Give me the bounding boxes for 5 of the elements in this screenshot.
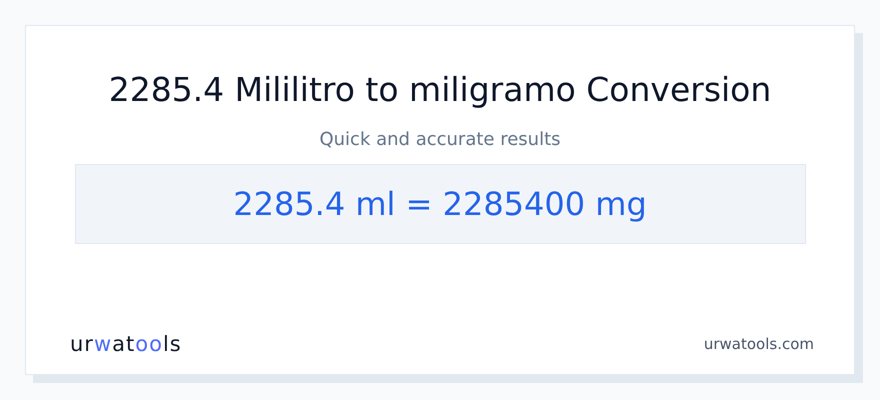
site-link[interactable]: urwatools.com [704,333,814,356]
subtitle: Quick and accurate results [319,128,561,152]
logo: urwatools [70,330,182,358]
title: 2285.4 Mililitro to miligramo Conversion [108,70,772,110]
result-text: 2285.4 ml = 2285400 mg [233,184,647,225]
